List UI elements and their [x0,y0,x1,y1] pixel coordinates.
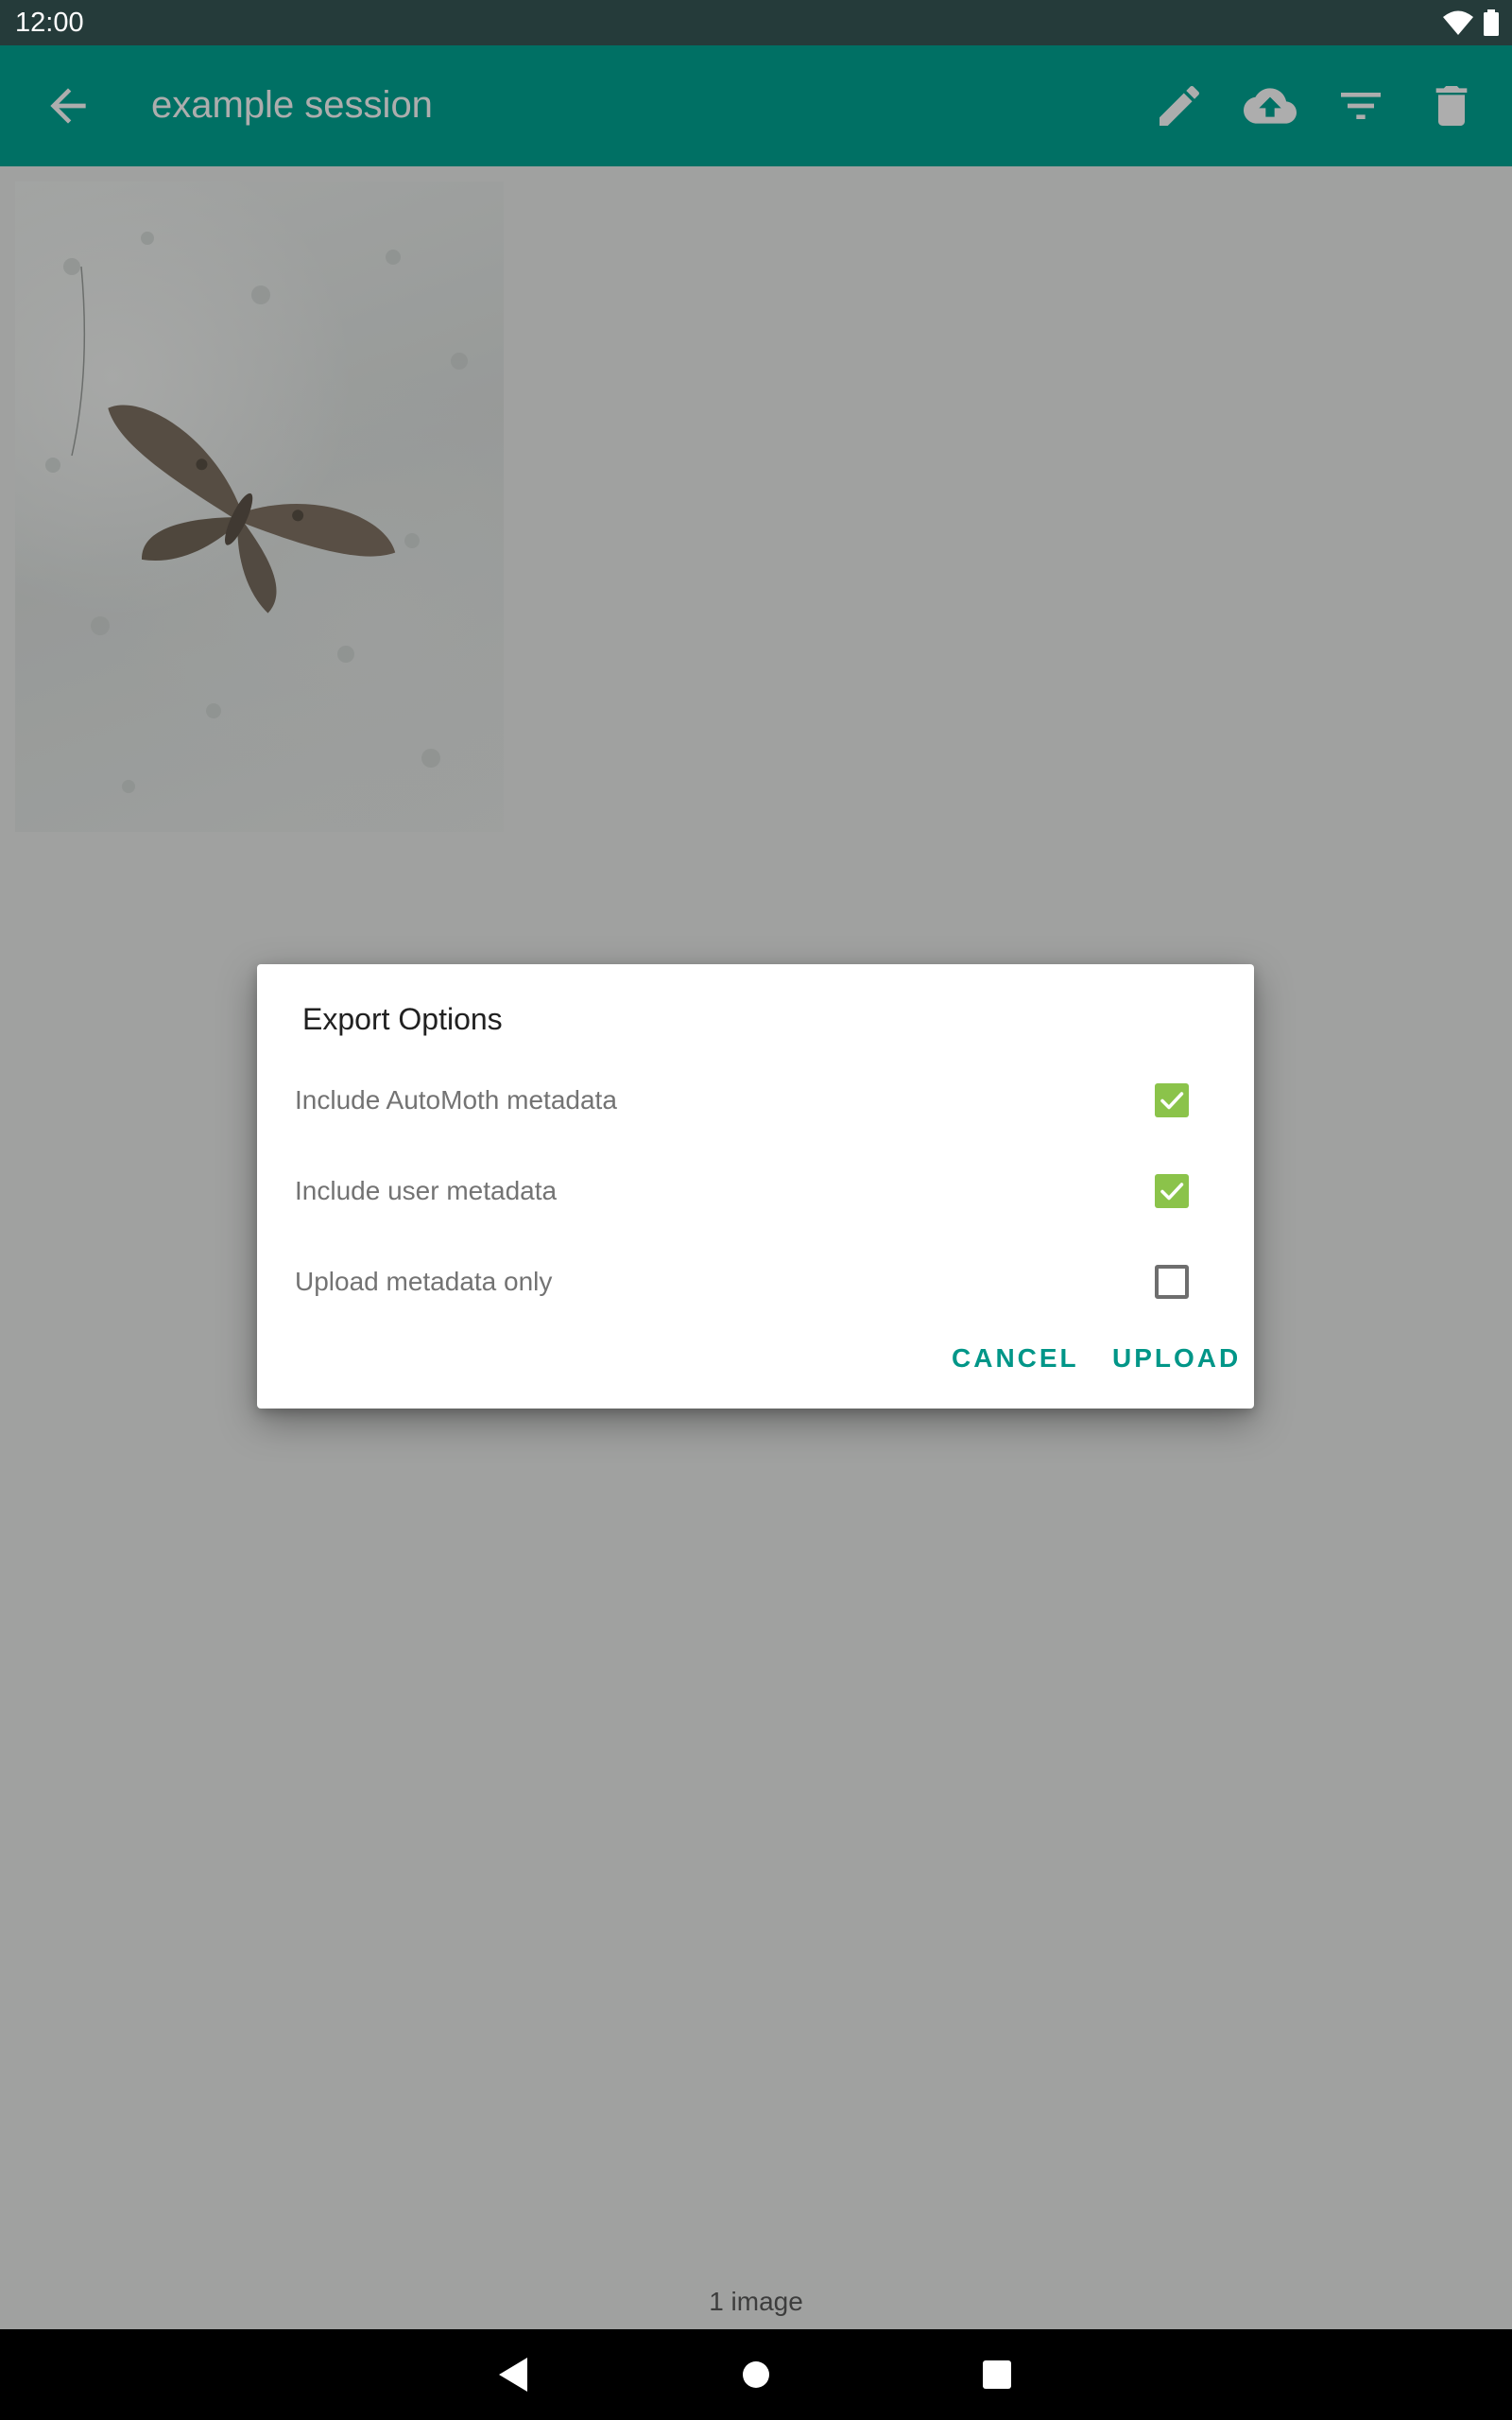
option-automoth-metadata-label: Include AutoMoth metadata [295,1085,617,1115]
status-time: 12:00 [15,8,84,38]
checkmark-icon [1160,1183,1184,1201]
system-nav-bar [0,2329,1512,2420]
export-options-dialog: Export Options Include AutoMoth metadata… [257,964,1254,1409]
option-user-metadata-label: Include user metadata [295,1176,558,1205]
status-icons [1442,9,1499,36]
user-metadata-checkbox[interactable] [1155,1174,1189,1208]
upload-button[interactable]: UPLOAD [1112,1342,1241,1374]
nav-home-icon[interactable] [733,2352,779,2397]
cancel-button[interactable]: CANCEL [952,1342,1079,1374]
nav-recents-icon[interactable] [974,2352,1020,2397]
wifi-icon [1442,9,1478,35]
dialog-title: Export Options [302,1002,503,1036]
automoth-metadata-checkbox[interactable] [1155,1083,1189,1117]
nav-back-icon[interactable] [490,2352,535,2397]
status-bar: 12:00 [0,0,1512,45]
checkmark-icon [1160,1092,1184,1110]
metadata-only-checkbox[interactable] [1155,1265,1189,1299]
option-metadata-only-label: Upload metadata only [295,1267,553,1296]
battery-icon [1484,9,1499,36]
